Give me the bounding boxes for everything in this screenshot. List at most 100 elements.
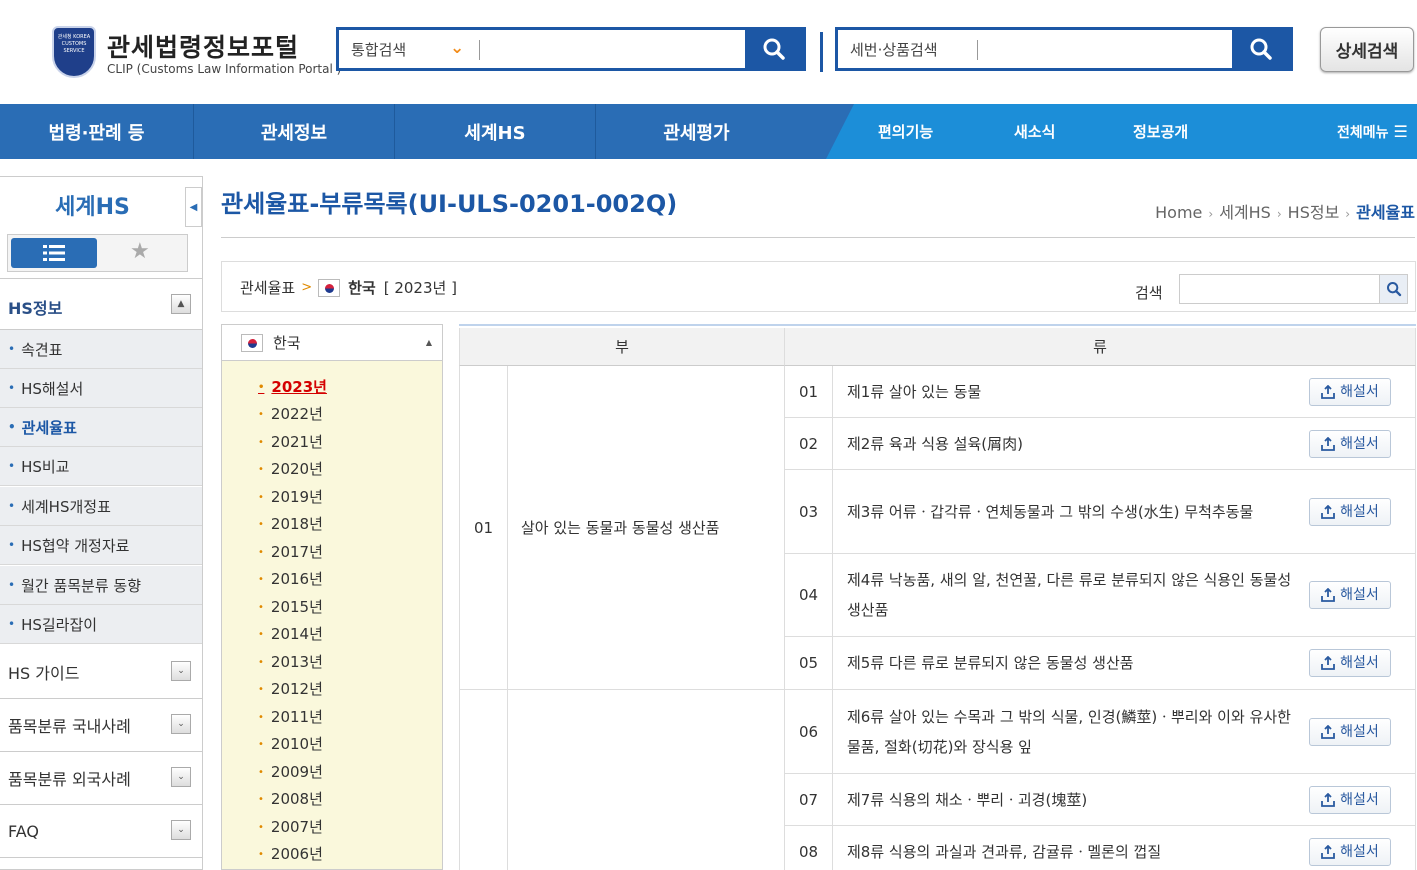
chapter-number: 04 [785,554,833,637]
hs-code-search-input[interactable] [984,34,1230,64]
chevron-down-icon[interactable]: ⌄ [450,38,464,58]
chapter-title[interactable]: 제3류 어류ㆍ갑각류ㆍ연체동물과 그 밖의 수생(水生) 무척추동물 [847,497,1253,527]
year-item[interactable]: • 2021년 [258,431,323,452]
section-title[interactable]: 살아 있는 동물과 동물성 생산품 [508,366,785,690]
table-row: 제2류 육과 식용 설육(屑肉) 해설서 [833,418,1416,470]
collapse-up-icon[interactable]: ▲ [171,294,191,314]
year-item[interactable]: • 2019년 [258,486,323,507]
sidebar-item-quick-table[interactable]: • 속견표 [0,330,202,369]
country-selector[interactable]: 한국 ▲ [222,325,442,361]
sidebar-group-label: FAQ [8,821,39,841]
year-item[interactable]: • 2006년 [258,843,323,864]
search-divider [820,32,823,72]
sidebar-item-label: HS비교 [21,457,70,476]
explanatory-notes-button[interactable]: 해설서 [1309,377,1391,406]
star-icon[interactable]: ★ [130,239,150,264]
tariff-search-button[interactable] [1379,275,1407,303]
explanatory-notes-button[interactable]: 해설서 [1309,785,1391,814]
nav-item-news[interactable]: 새소식 [1014,104,1055,159]
search-type-select[interactable]: 통합검색 [351,39,406,60]
explanatory-notes-button[interactable]: 해설서 [1309,429,1391,458]
chevron-down-icon[interactable]: ⌄ [171,767,191,787]
chevron-down-icon[interactable]: ⌄ [171,714,191,734]
year-item[interactable]: • 2018년 [258,513,323,534]
list-icon [43,245,65,261]
nav-item-world-hs[interactable]: 세계HS [395,104,596,159]
breadcrumb: Home › 세계HS › HS정보 › 관세율표 [1155,199,1415,223]
chapter-title[interactable]: 제1류 살아 있는 동물 [847,377,981,407]
integrated-search-button[interactable] [745,30,803,68]
sidebar-group-foreign-cases[interactable]: 품목분류 외국사례 ⌄ [0,752,202,805]
sidebar-item-tariff-schedule[interactable]: • 관세율표 [0,408,202,447]
chapter-title[interactable]: 제6류 살아 있는 수목과 그 밖의 식물, 인경(鱗莖)ㆍ뿌리와 이와 유사한… [847,702,1305,762]
bullet-icon: • [8,617,16,631]
sidebar-item-hs-guide[interactable]: • HS길라잡이 [0,605,202,644]
breadcrumb-world-hs[interactable]: 세계HS [1219,203,1271,222]
chapter-title[interactable]: 제5류 다른 류로 분류되지 않은 동물성 생산품 [847,648,1134,678]
sidebar-group-hs-guide[interactable]: HS 가이드 ⌄ [0,646,202,699]
year-item[interactable]: • 2011년 [258,706,323,727]
sidebar-item-label: 세계HS개정표 [21,497,111,516]
year-item[interactable]: • 2015년 [258,596,323,617]
korea-flag-icon [318,278,341,297]
year-item[interactable]: • 2010년 [258,733,323,754]
chapter-title[interactable]: 제2류 육과 식용 설육(屑肉) [847,429,1023,459]
breadcrumb-current: 관세율표 [1356,203,1415,222]
explanatory-notes-button[interactable]: 해설서 [1309,649,1391,677]
all-menu-button[interactable]: 전체메뉴 ☰ [1337,104,1408,159]
tab-menu-list[interactable] [11,238,97,268]
explanatory-notes-button[interactable]: 해설서 [1309,717,1391,746]
chevron-down-icon[interactable]: ⌄ [171,820,191,840]
header: 관세청 KOREA CUSTOMS SERVICE 관세법령정보포털 CLIP … [0,0,1417,104]
year-item[interactable]: • 2008년 [258,788,323,809]
chapter-title[interactable]: 제4류 낙농품, 새의 알, 천연꿀, 다른 류로 분류되지 않은 식용인 동물… [847,565,1305,625]
table-row: 제8류 식용의 과실과 견과류, 감귤류ㆍ멜론의 껍질 해설서 [833,826,1416,870]
sidebar-item-world-hs-revisions[interactable]: • 세계HS개정표 [0,487,202,526]
sidebar-section-hs-info[interactable]: HS정보 ▲ [0,278,202,330]
section-title[interactable] [508,690,785,870]
sidebar-item-monthly-classification-trends[interactable]: • 월간 품목분류 동향 [0,566,202,605]
year-item[interactable]: • 2017년 [258,541,323,562]
breadcrumb-home[interactable]: Home [1155,203,1202,222]
sidebar-group-label: 품목분류 외국사례 [8,770,131,789]
sidebar-collapse-button[interactable]: ◀ [185,187,202,227]
chapter-title[interactable]: 제7류 식용의 채소ㆍ뿌리ㆍ괴경(塊莖) [847,785,1087,815]
path-country: 한국 [348,279,376,297]
year-item[interactable]: • 2022년 [258,403,323,424]
year-item[interactable]: • 2009년 [258,761,323,782]
year-item[interactable]: • 2020년 [258,458,323,479]
table-row: 제3류 어류ㆍ갑각류ㆍ연체동물과 그 밖의 수생(水生) 무척추동물 해설서 [833,470,1416,554]
nav-item-convenience[interactable]: 편의기능 [878,104,933,159]
sidebar-item-hs-comparison[interactable]: • HS비교 [0,447,202,486]
breadcrumb-hs-info[interactable]: HS정보 [1288,203,1340,222]
year-item[interactable]: • 2013년 [258,651,323,672]
chevron-down-icon[interactable]: ⌄ [171,661,191,681]
integrated-search-input[interactable] [485,34,743,64]
sidebar-group-faq[interactable]: FAQ ⌄ [0,805,202,858]
tariff-search-input[interactable] [1184,277,1374,301]
customs-emblem-logo[interactable]: 관세청 KOREA CUSTOMS SERVICE [52,26,96,78]
sidebar-group-domestic-cases[interactable]: 품목분류 국내사례 ⌄ [0,699,202,752]
nav-item-customs-info[interactable]: 관세정보 [194,104,395,159]
explanatory-notes-button[interactable]: 해설서 [1309,581,1391,609]
year-item[interactable]: • 2016년 [258,568,323,589]
year-item[interactable]: • 2023년 [258,376,327,397]
chapter-title[interactable]: 제8류 식용의 과실과 견과류, 감귤류ㆍ멜론의 껍질 [847,837,1161,867]
nav-item-laws[interactable]: 법령·판례 등 [0,104,194,159]
sidebar-item-hs-explanatory-notes[interactable]: • HS해설서 [0,369,202,408]
hs-code-search-button[interactable] [1232,30,1290,68]
detail-search-button[interactable]: 상세검색 [1320,27,1414,72]
explanatory-notes-button[interactable]: 해설서 [1309,497,1391,526]
logo-title[interactable]: 관세법령정보포털 [107,28,299,64]
nav-item-customs-valuation[interactable]: 관세평가 [596,104,797,159]
year-item[interactable]: • 2014년 [258,623,323,644]
year-item[interactable]: • 2012년 [258,678,323,699]
chapter-number: 07 [785,774,833,826]
nav-item-information-disclosure[interactable]: 정보공개 [1133,104,1188,159]
year-item[interactable]: • 2007년 [258,816,323,837]
sidebar-group-label: 품목분류 국내사례 [8,717,131,736]
explanatory-notes-button[interactable]: 해설서 [1309,837,1391,866]
hs-code-search-box: 세번·상품검색 [835,27,1293,71]
sidebar-title: 세계HS [55,195,130,220]
sidebar-item-hs-convention-amendments[interactable]: • HS협약 개정자료 [0,526,202,565]
